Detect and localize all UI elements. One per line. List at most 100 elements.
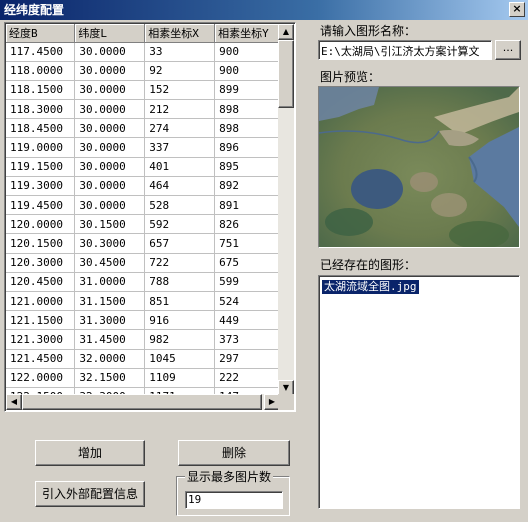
- table-cell[interactable]: 30.3000: [74, 233, 146, 254]
- table-cell[interactable]: 896: [214, 137, 280, 158]
- scroll-up-button[interactable]: ▲: [278, 24, 294, 40]
- table-cell[interactable]: 657: [144, 233, 216, 254]
- table-row[interactable]: 118.0000 30.0000 92 900: [6, 61, 280, 81]
- table-cell[interactable]: 30.0000: [74, 80, 146, 101]
- column-header[interactable]: 经度B: [6, 24, 76, 43]
- table-cell[interactable]: 32.1500: [74, 368, 146, 388]
- table-cell[interactable]: 524: [214, 291, 280, 312]
- table-cell[interactable]: 120.0000: [6, 214, 76, 235]
- table-cell[interactable]: 118.1500: [6, 80, 76, 101]
- table-cell[interactable]: 851: [144, 291, 216, 312]
- table-row[interactable]: 119.0000 30.0000 337 896: [6, 137, 280, 158]
- column-header[interactable]: 相素坐标Y: [214, 24, 280, 43]
- table-cell[interactable]: 722: [144, 253, 216, 273]
- table-cell[interactable]: 118.4500: [6, 118, 76, 139]
- close-button[interactable]: ×: [509, 2, 525, 17]
- table-cell[interactable]: 30.0000: [74, 118, 146, 139]
- table-cell[interactable]: 121.0000: [6, 291, 76, 312]
- import-config-button[interactable]: 引入外部配置信息: [35, 481, 145, 507]
- table-cell[interactable]: 900: [214, 61, 280, 81]
- table-cell[interactable]: 373: [214, 329, 280, 350]
- vertical-scroll-thumb[interactable]: [278, 40, 294, 108]
- table-cell[interactable]: 31.1500: [74, 291, 146, 312]
- list-item[interactable]: 太湖流域全图.jpg: [322, 280, 419, 294]
- table-row[interactable]: 120.4500 31.0000 788 599: [6, 272, 280, 292]
- table-cell[interactable]: 119.1500: [6, 157, 76, 177]
- table-cell[interactable]: 898: [214, 118, 280, 139]
- table-cell[interactable]: 891: [214, 195, 280, 216]
- table-row[interactable]: 121.4500 32.0000 1045 297: [6, 349, 280, 369]
- table-cell[interactable]: 916: [144, 310, 216, 331]
- table-row[interactable]: 120.1500 30.3000 657 751: [6, 233, 280, 254]
- table-cell[interactable]: 119.4500: [6, 195, 76, 216]
- column-header[interactable]: 纬度L: [74, 24, 146, 43]
- table-cell[interactable]: 30.0000: [74, 42, 146, 62]
- table-cell[interactable]: 152: [144, 80, 216, 101]
- table-cell[interactable]: 33: [144, 42, 216, 62]
- table-cell[interactable]: 30.0000: [74, 176, 146, 197]
- table-row[interactable]: 118.4500 30.0000 274 898: [6, 118, 280, 139]
- table-cell[interactable]: 30.0000: [74, 99, 146, 120]
- table-cell[interactable]: 528: [144, 195, 216, 216]
- table-cell[interactable]: 675: [214, 253, 280, 273]
- table-cell[interactable]: 120.4500: [6, 272, 76, 292]
- table-cell[interactable]: 120.3000: [6, 253, 76, 273]
- table-row[interactable]: 120.3000 30.4500 722 675: [6, 253, 280, 273]
- table-cell[interactable]: 899: [214, 80, 280, 101]
- column-header[interactable]: 相素坐标X: [144, 24, 216, 43]
- table-cell[interactable]: 30.4500: [74, 253, 146, 273]
- table-cell[interactable]: 895: [214, 157, 280, 177]
- table-row[interactable]: 119.4500 30.0000 528 891: [6, 195, 280, 216]
- table-cell[interactable]: 337: [144, 137, 216, 158]
- table-cell[interactable]: 30.0000: [74, 137, 146, 158]
- table-cell[interactable]: 31.4500: [74, 329, 146, 350]
- table-cell[interactable]: 892: [214, 176, 280, 197]
- table-cell[interactable]: 788: [144, 272, 216, 292]
- browse-button[interactable]: ...: [495, 40, 521, 60]
- table-row[interactable]: 118.3000 30.0000 212 898: [6, 99, 280, 120]
- table-cell[interactable]: 118.3000: [6, 99, 76, 120]
- table-cell[interactable]: 982: [144, 329, 216, 350]
- table-cell[interactable]: 401: [144, 157, 216, 177]
- coordinate-grid[interactable]: 经度B 纬度L 相素坐标X 相素坐标Y 117.4500 30.0000 33 900 118…: [4, 22, 296, 412]
- table-row[interactable]: 120.0000 30.1500 592 826: [6, 214, 280, 235]
- max-images-input[interactable]: 19: [185, 491, 283, 509]
- table-cell[interactable]: 212: [144, 99, 216, 120]
- table-cell[interactable]: 898: [214, 99, 280, 120]
- scroll-left-button[interactable]: ◀: [6, 394, 22, 410]
- table-cell[interactable]: 31.0000: [74, 272, 146, 292]
- table-cell[interactable]: 92: [144, 61, 216, 81]
- table-cell[interactable]: 30.1500: [74, 214, 146, 235]
- table-cell[interactable]: 1109: [144, 368, 216, 388]
- table-cell[interactable]: 119.3000: [6, 176, 76, 197]
- table-cell[interactable]: 592: [144, 214, 216, 235]
- horizontal-scroll-thumb[interactable]: [22, 394, 262, 410]
- table-cell[interactable]: 826: [214, 214, 280, 235]
- table-cell[interactable]: 32.0000: [74, 349, 146, 369]
- table-cell[interactable]: 751: [214, 233, 280, 254]
- table-cell[interactable]: 449: [214, 310, 280, 331]
- table-row[interactable]: 117.4500 30.0000 33 900: [6, 42, 280, 62]
- table-cell[interactable]: 30.0000: [74, 61, 146, 81]
- table-cell[interactable]: 30.0000: [74, 195, 146, 216]
- image-name-input[interactable]: E:\太湖局\引江济太方案计算文: [318, 40, 492, 60]
- table-cell[interactable]: 222: [214, 368, 280, 388]
- table-row[interactable]: 119.3000 30.0000 464 892: [6, 176, 280, 197]
- table-cell[interactable]: 274: [144, 118, 216, 139]
- table-cell[interactable]: 31.3000: [74, 310, 146, 331]
- add-button[interactable]: 增加: [35, 440, 145, 466]
- table-cell[interactable]: 464: [144, 176, 216, 197]
- table-cell[interactable]: 118.0000: [6, 61, 76, 81]
- table-row[interactable]: 118.1500 30.0000 152 899: [6, 80, 280, 101]
- table-row[interactable]: 122.0000 32.1500 1109 222: [6, 368, 280, 388]
- table-cell[interactable]: 121.1500: [6, 310, 76, 331]
- vertical-scrollbar[interactable]: ▲ ▼: [278, 24, 294, 396]
- table-cell[interactable]: 121.3000: [6, 329, 76, 350]
- table-cell[interactable]: 599: [214, 272, 280, 292]
- table-cell[interactable]: 121.4500: [6, 349, 76, 369]
- horizontal-scrollbar[interactable]: ◀ ▶: [6, 394, 280, 410]
- table-cell[interactable]: 900: [214, 42, 280, 62]
- existing-images-list[interactable]: 太湖流域全图.jpg: [318, 275, 520, 509]
- table-cell[interactable]: 122.0000: [6, 368, 76, 388]
- table-row[interactable]: 121.3000 31.4500 982 373: [6, 329, 280, 350]
